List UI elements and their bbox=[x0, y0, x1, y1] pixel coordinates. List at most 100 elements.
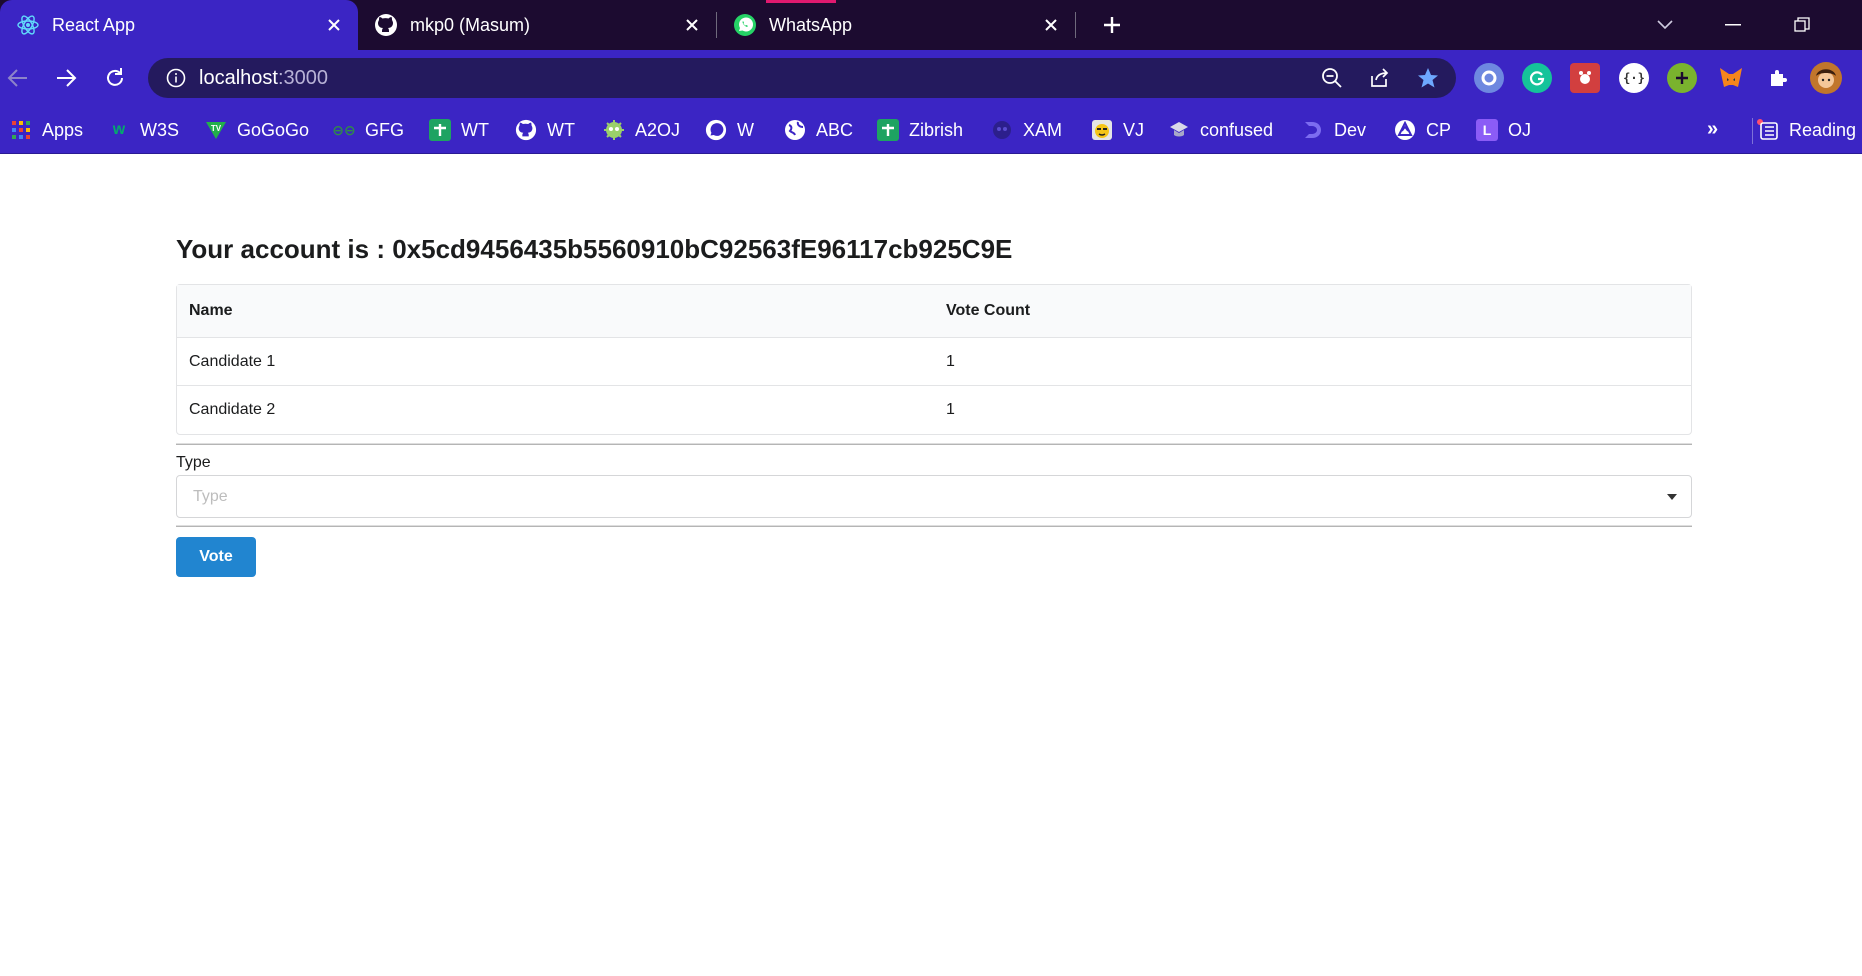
bookmark-star-icon[interactable] bbox=[1415, 65, 1441, 91]
metamask-fox-icon[interactable] bbox=[1716, 63, 1746, 93]
restore-button[interactable] bbox=[1785, 9, 1819, 41]
bookmarks-separator bbox=[1752, 118, 1753, 144]
new-tab-button[interactable] bbox=[1096, 9, 1128, 41]
close-tab-icon[interactable] bbox=[678, 11, 706, 39]
bookmark-label: W bbox=[737, 119, 754, 140]
tab-strip: React App mkp0 (Masum) WhatsApp bbox=[0, 0, 1862, 50]
share-icon[interactable] bbox=[1367, 65, 1393, 91]
bookmark-label: Dev bbox=[1334, 119, 1367, 140]
bookmark-wt[interactable]: WT bbox=[429, 116, 489, 144]
bookmark-label: WT bbox=[461, 119, 489, 140]
reload-button[interactable] bbox=[99, 62, 131, 94]
account-heading: Your account is : 0x5cd9456435b5560910bC… bbox=[176, 234, 1013, 264]
avatar-face-icon bbox=[1816, 69, 1836, 88]
candidates-table: Name Vote Count Candidate 1 1 Candidate … bbox=[176, 284, 1692, 435]
plus-icon bbox=[1104, 17, 1120, 33]
bookmark-xam[interactable]: XAM bbox=[991, 116, 1062, 144]
globe-icon bbox=[784, 119, 806, 141]
oj-icon: L bbox=[1476, 119, 1498, 141]
apps-grid-icon bbox=[10, 119, 32, 141]
bookmark-label: ABC bbox=[816, 119, 854, 140]
zoom-icon[interactable] bbox=[1319, 65, 1345, 91]
type-dropdown[interactable]: Type bbox=[176, 475, 1692, 518]
close-tab-icon[interactable] bbox=[1037, 11, 1065, 39]
table-row: Candidate 1 1 bbox=[177, 338, 1691, 386]
cat-extension-icon[interactable] bbox=[1570, 63, 1600, 93]
a2oj-icon bbox=[603, 119, 625, 141]
puzzle-extensions-icon[interactable] bbox=[1764, 63, 1794, 93]
candidate-name: Candidate 2 bbox=[189, 401, 276, 418]
tab-title: WhatsApp bbox=[769, 14, 853, 35]
url-host: localhost bbox=[199, 67, 278, 89]
bookmark-label: Apps bbox=[42, 119, 84, 140]
browser-toolbar: localhost:3000 {·} bbox=[0, 50, 1862, 106]
tab-react-app[interactable]: React App bbox=[0, 0, 358, 50]
bookmark-label: CP bbox=[1426, 119, 1452, 140]
bookmark-gogogo[interactable]: TV GoGoGo bbox=[205, 116, 309, 144]
bookmarks-bar: Apps w W3S TV GoGoGo ⊖⊖ GFG WT WT A2OJ W… bbox=[0, 106, 1862, 154]
column-header-name: Name bbox=[189, 302, 233, 319]
bookmark-w[interactable]: W bbox=[705, 116, 754, 144]
restore-icon bbox=[1794, 17, 1810, 32]
bookmark-confused[interactable]: confused bbox=[1168, 116, 1273, 144]
bookmark-oj[interactable]: L OJ bbox=[1476, 116, 1531, 144]
minimize-button[interactable] bbox=[1716, 9, 1750, 41]
close-tab-icon[interactable] bbox=[320, 11, 348, 39]
address-bar[interactable]: localhost:3000 bbox=[148, 58, 1456, 98]
bookmark-abc[interactable]: ABC bbox=[784, 116, 853, 144]
bookmark-a2oj[interactable]: A2OJ bbox=[603, 116, 680, 144]
bookmark-gfg[interactable]: ⊖⊖ GFG bbox=[332, 116, 404, 144]
json-extension-icon[interactable]: {·} bbox=[1619, 63, 1649, 93]
github-icon bbox=[515, 119, 537, 141]
bookmark-apps[interactable]: Apps bbox=[10, 116, 83, 144]
tab-whatsapp[interactable]: WhatsApp bbox=[717, 0, 1075, 50]
xam-icon bbox=[991, 119, 1013, 141]
bookmark-vj[interactable]: VJ bbox=[1091, 116, 1144, 144]
column-header-vote-count: Vote Count bbox=[946, 302, 1031, 319]
back-arrow-icon bbox=[7, 69, 27, 87]
reading-list-button[interactable]: Reading bbox=[1757, 116, 1856, 144]
github-icon bbox=[374, 13, 398, 37]
whatsapp-icon bbox=[733, 13, 757, 37]
forward-arrow-icon bbox=[57, 69, 77, 87]
tab-separator bbox=[1075, 12, 1076, 38]
add-extension-icon[interactable] bbox=[1667, 63, 1697, 93]
bookmark-wt-github[interactable]: WT bbox=[515, 116, 575, 144]
reload-icon bbox=[107, 68, 123, 86]
minimize-icon bbox=[1725, 24, 1741, 26]
zibrish-plus-icon bbox=[877, 119, 899, 141]
extension-circle-icon[interactable] bbox=[1474, 63, 1504, 93]
candidate-votes: 1 bbox=[946, 352, 955, 370]
tv-icon: TV bbox=[205, 119, 227, 141]
type-placeholder: Type bbox=[193, 488, 228, 505]
bookmark-label: GoGoGo bbox=[237, 119, 310, 140]
back-button[interactable] bbox=[2, 62, 34, 94]
tab-search-button[interactable] bbox=[1648, 9, 1682, 41]
url-port: :3000 bbox=[277, 67, 328, 89]
table-header-row: Name Vote Count bbox=[177, 285, 1691, 338]
more-bookmarks-button[interactable]: » bbox=[1707, 118, 1718, 141]
forward-button[interactable] bbox=[50, 62, 82, 94]
gfg-icon: ⊖⊖ bbox=[332, 121, 356, 138]
bookmark-dev[interactable]: Dev bbox=[1302, 116, 1366, 144]
caret-down-icon bbox=[1667, 494, 1677, 500]
tab-github[interactable]: mkp0 (Masum) bbox=[358, 0, 716, 50]
bookmark-label: W3S bbox=[140, 119, 180, 140]
dev-icon bbox=[1302, 119, 1324, 141]
candidate-name: Candidate 1 bbox=[189, 352, 276, 370]
bookmark-label: GFG bbox=[365, 119, 404, 140]
candidate-votes: 1 bbox=[946, 401, 955, 418]
bookmark-cp[interactable]: CP bbox=[1394, 116, 1451, 144]
chevron-down-icon bbox=[1657, 20, 1673, 30]
bookmark-zibrish[interactable]: Zibrish bbox=[877, 116, 963, 144]
tab-title: React App bbox=[52, 14, 136, 35]
grammarly-icon[interactable] bbox=[1522, 63, 1552, 93]
reading-list-icon bbox=[1757, 119, 1779, 141]
bookmark-w3s[interactable]: w W3S bbox=[108, 116, 179, 144]
profile-avatar[interactable] bbox=[1810, 62, 1842, 94]
svg-text:TV: TV bbox=[211, 124, 222, 133]
site-info-icon[interactable] bbox=[164, 66, 188, 90]
vote-button[interactable]: Vote bbox=[176, 537, 256, 577]
braces-icon: {·} bbox=[1623, 71, 1645, 85]
bookmark-label: A2OJ bbox=[635, 119, 681, 140]
